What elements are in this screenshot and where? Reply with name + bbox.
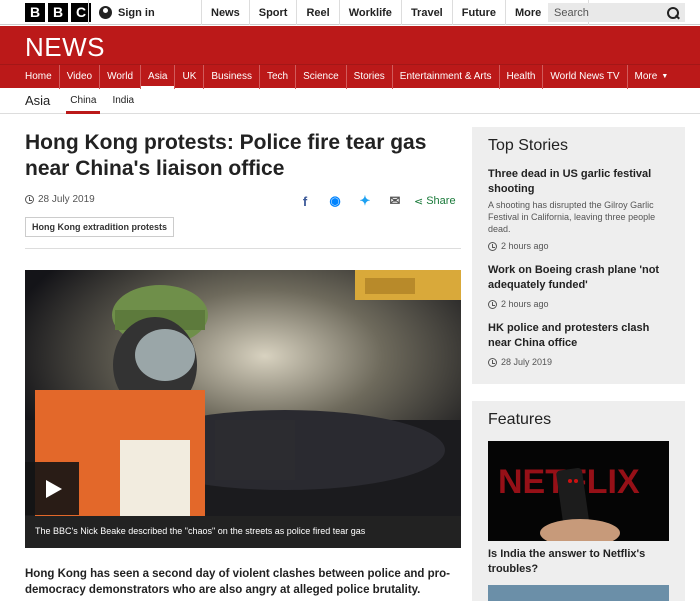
messenger-icon[interactable]: ◉ <box>320 193 350 209</box>
video-player[interactable]: The BBC's Nick Beake described the "chao… <box>25 270 461 548</box>
top-bar: B B C Sign in News Sport Reel Worklife T… <box>0 0 700 25</box>
share-tools: f ◉ ✦ ✉ ⋖ Share <box>290 193 456 209</box>
mainnav-uk[interactable]: UK <box>175 64 205 89</box>
facebook-icon[interactable]: f <box>290 194 320 209</box>
mainnav-science[interactable]: Science <box>296 64 347 89</box>
news-banner: NEWS <box>0 26 700 64</box>
story-item[interactable]: Three dead in US garlic festival shootin… <box>488 167 669 251</box>
story-title[interactable]: Work on Boeing crash plane 'not adequate… <box>488 263 669 293</box>
topnav-future[interactable]: Future <box>451 0 505 25</box>
article-date: 28 July 2019 <box>25 194 95 205</box>
search-icon[interactable] <box>667 6 679 19</box>
topnav-worklife[interactable]: Worklife <box>338 0 401 25</box>
mainnav-more[interactable]: More ▼ <box>628 65 676 89</box>
share-icon: ⋖ <box>414 195 424 208</box>
signin-link[interactable]: Sign in <box>88 0 155 25</box>
share-button[interactable]: ⋖ Share <box>414 195 456 208</box>
logo-letter: B <box>48 2 68 22</box>
story-time: 2 hours ago <box>488 299 669 309</box>
topnav-news[interactable]: News <box>201 0 249 25</box>
story-time-text: 2 hours ago <box>501 299 549 309</box>
top-stories-panel: Top Stories Three dead in US garlic fest… <box>472 127 685 384</box>
features-title: Features <box>488 411 552 428</box>
feature-image-2[interactable] <box>488 585 669 601</box>
mainnav-tech[interactable]: Tech <box>260 64 297 89</box>
email-icon[interactable]: ✉ <box>380 193 410 209</box>
features-panel: Features NETFLIX Is India the answer to … <box>472 401 685 601</box>
mainnav-world[interactable]: World <box>100 64 142 89</box>
article-headline: Hong Kong protests: Police fire tear gas… <box>25 131 427 180</box>
search-placeholder: Search <box>554 6 589 19</box>
subnav-china[interactable]: China <box>62 88 104 114</box>
mainnav-asia[interactable]: Asia <box>141 64 176 89</box>
topnav-more-label: More <box>514 6 542 19</box>
divider <box>25 248 461 249</box>
top-stories-title: Top Stories <box>488 137 569 154</box>
story-title[interactable]: HK police and protesters clash near Chin… <box>488 321 669 351</box>
story-item[interactable]: HK police and protesters clash near Chin… <box>488 321 669 367</box>
mainnav-video[interactable]: Video <box>60 64 101 89</box>
play-button[interactable] <box>25 462 79 515</box>
share-label: Share <box>426 195 456 207</box>
article-date-text: 28 July 2019 <box>38 194 95 205</box>
top-nav: News Sport Reel Worklife Travel Future M… <box>201 0 589 25</box>
news-title[interactable]: NEWS <box>25 32 105 63</box>
user-icon <box>99 6 112 19</box>
video-caption: The BBC's Nick Beake described the "chao… <box>25 516 461 548</box>
clock-icon <box>488 241 497 251</box>
subnav-india[interactable]: India <box>104 88 142 114</box>
story-time: 28 July 2019 <box>488 357 669 367</box>
topnav-sport[interactable]: Sport <box>248 0 297 25</box>
story-summary: A shooting has disrupted the Gilroy Garl… <box>488 200 656 234</box>
search-input[interactable]: Search <box>548 3 685 22</box>
story-time-text: 2 hours ago <box>501 241 549 251</box>
mainnav-health[interactable]: Health <box>500 64 544 89</box>
story-time: 2 hours ago <box>488 241 669 251</box>
section-title[interactable]: Asia <box>25 93 50 108</box>
mainnav-business[interactable]: Business <box>204 64 260 89</box>
clock-icon <box>488 299 497 309</box>
twitter-icon[interactable]: ✦ <box>350 193 380 209</box>
main-nav: Home Video World Asia UK Business Tech S… <box>0 64 700 89</box>
feature-image[interactable]: NETFLIX <box>488 441 669 541</box>
story-item[interactable]: Work on Boeing crash plane 'not adequate… <box>488 263 669 309</box>
sub-nav: Asia China India <box>0 88 700 114</box>
story-title[interactable]: Three dead in US garlic festival shootin… <box>488 167 669 197</box>
bbc-logo[interactable]: B B C <box>25 2 91 22</box>
mainnav-world-news-tv[interactable]: World News TV <box>543 64 628 89</box>
story-time-text: 28 July 2019 <box>501 357 553 367</box>
signin-label: Sign in <box>118 6 155 19</box>
mainnav-stories[interactable]: Stories <box>347 64 393 89</box>
video-still <box>25 270 461 516</box>
chevron-down-icon: ▼ <box>661 73 669 80</box>
clock-icon <box>25 195 34 204</box>
logo-letter: B <box>25 2 45 22</box>
mainnav-more-label: More <box>634 71 658 82</box>
topnav-reel[interactable]: Reel <box>296 0 338 25</box>
mainnav-home[interactable]: Home <box>18 64 60 89</box>
article-intro: Hong Kong has seen a second day of viole… <box>25 568 450 596</box>
clock-icon <box>488 357 497 367</box>
topic-tag[interactable]: Hong Kong extradition protests <box>25 217 174 237</box>
feature-title[interactable]: Is India the answer to Netflix's trouble… <box>488 547 669 577</box>
topnav-travel[interactable]: Travel <box>400 0 452 25</box>
netflix-image: NETFLIX <box>488 441 669 541</box>
mainnav-entertainment[interactable]: Entertainment & Arts <box>393 64 500 89</box>
